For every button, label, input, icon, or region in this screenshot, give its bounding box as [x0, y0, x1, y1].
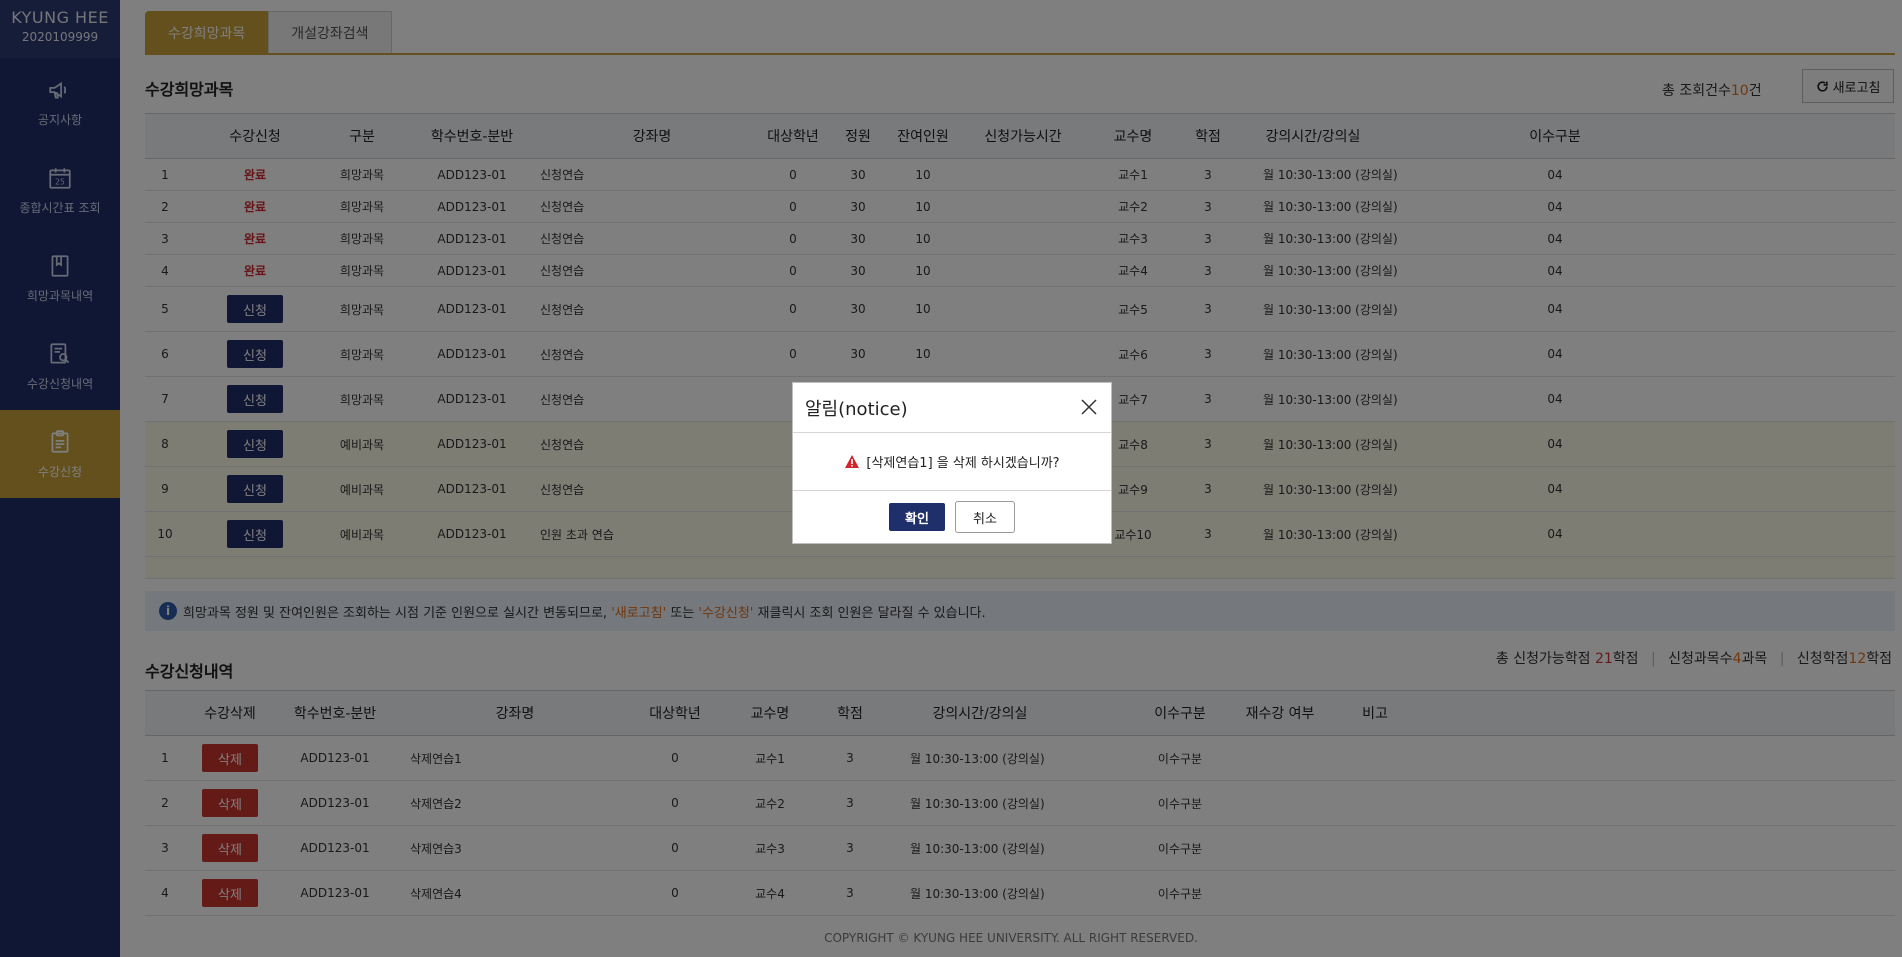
- confirm-button[interactable]: 확인: [889, 503, 945, 531]
- dialog-title: 알림(notice): [805, 398, 908, 420]
- warning-icon: [845, 455, 860, 468]
- close-icon[interactable]: [1079, 397, 1099, 417]
- dialog-footer: 확인 취소: [793, 491, 1111, 543]
- dialog-message: [삭제연습1] 을 삭제 하시겠습니까?: [866, 456, 1060, 471]
- cancel-button[interactable]: 취소: [955, 501, 1015, 533]
- dialog-header: 알림(notice): [793, 383, 1111, 433]
- dialog-body: [삭제연습1] 을 삭제 하시겠습니까?: [793, 433, 1111, 491]
- notice-dialog: 알림(notice) [삭제연습1] 을 삭제 하시겠습니까? 확인 취소: [792, 382, 1112, 544]
